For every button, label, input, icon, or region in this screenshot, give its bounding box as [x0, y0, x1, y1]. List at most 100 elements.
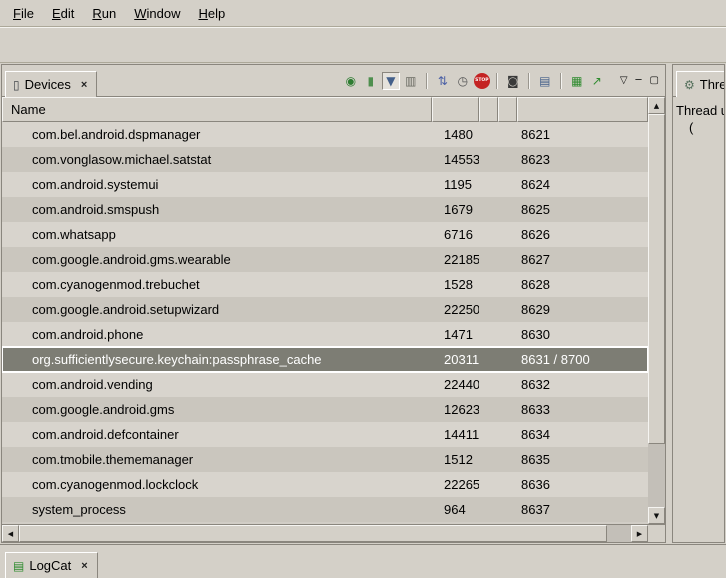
process-port: 8623 — [517, 152, 648, 167]
table-row[interactable]: com.cyanogenmod.lockclock222658636 — [2, 472, 648, 497]
process-name: com.whatsapp — [2, 227, 432, 242]
process-port: 8632 — [517, 377, 648, 392]
table-row[interactable]: com.android.phone14718630 — [2, 322, 648, 347]
vertical-scroll-thumb[interactable] — [648, 114, 665, 444]
horizontal-scrollbar[interactable]: ◀ ▶ — [2, 524, 665, 542]
process-port: 8630 — [517, 327, 648, 342]
threads-panel-header: ⚙ Threads — [673, 65, 724, 97]
process-pid: 1480 — [432, 127, 479, 142]
vertical-scroll-track[interactable] — [648, 114, 665, 507]
start-tracking-icon[interactable]: ↗ — [588, 72, 606, 90]
process-pid: 1471 — [432, 327, 479, 342]
process-port: 8631 / 8700 — [517, 352, 648, 367]
method-profiling-icon[interactable]: ◷ — [454, 72, 472, 90]
tab-threads-label: Threads — [700, 77, 725, 92]
process-port: 8627 — [517, 252, 648, 267]
close-icon[interactable]: × — [79, 79, 89, 91]
menu-help[interactable]: Help — [189, 2, 234, 25]
process-pid: 964 — [432, 502, 479, 517]
vertical-scrollbar[interactable]: ▲ ▼ — [648, 97, 665, 524]
process-pid: 22265 — [432, 477, 479, 492]
process-name: com.tmobile.thememanager — [2, 452, 432, 467]
threads-message-line: Thread up — [676, 102, 721, 119]
table-area: Name com.bel.android.dspmanager14808621c… — [2, 97, 648, 524]
table-row[interactable]: com.android.defcontainer144118634 — [2, 422, 648, 447]
process-port: 8636 — [517, 477, 648, 492]
view-controls: ▽ ─ ▢ — [608, 75, 665, 86]
table-row[interactable]: com.tmobile.thememanager15128635 — [2, 447, 648, 472]
table-row[interactable]: com.whatsapp67168626 — [2, 222, 648, 247]
process-name: com.android.systemui — [2, 177, 432, 192]
update-threads-icon[interactable]: ⇅ — [434, 72, 452, 90]
table-row[interactable]: com.google.android.gms.wearable22185 8627 — [2, 247, 648, 272]
process-table: Name com.bel.android.dspmanager14808621c… — [2, 97, 665, 524]
ddms-window: FileEditRunWindowHelp ▯ Devices × ◉▮▼▥⇅◷… — [0, 0, 726, 577]
network-stats-icon[interactable]: ▦ — [568, 72, 586, 90]
close-icon[interactable]: × — [79, 560, 89, 572]
table-row[interactable]: com.bel.android.dspmanager1480 8621 — [2, 122, 648, 147]
table-row[interactable]: com.android.smspush16798625 — [2, 197, 648, 222]
process-pid: 14553 — [432, 152, 479, 167]
horizontal-scroll-thumb[interactable] — [19, 525, 607, 542]
devices-toolbar: ◉▮▼▥ ⇅◷STOP ◙ ▤ ▦↗ — [342, 72, 608, 90]
minimize-icon[interactable]: ─ — [636, 75, 642, 86]
cause-gc-icon[interactable]: ▥ — [402, 72, 420, 90]
menu-edit[interactable]: Edit — [43, 2, 83, 25]
process-port: 8637 — [517, 502, 648, 517]
screen-capture-icon[interactable]: ◙ — [504, 72, 522, 90]
threads-panel: ⚙ Threads Thread up( — [672, 64, 725, 543]
process-pid: 22250 — [432, 302, 479, 317]
process-port: 8621 — [517, 127, 648, 142]
column-header-port[interactable] — [517, 97, 648, 122]
process-name: com.bel.android.dspmanager — [2, 127, 432, 142]
process-pid: 1679 — [432, 202, 479, 217]
toolbar-separator — [496, 73, 498, 89]
table-row[interactable]: com.cyanogenmod.trebuchet15288628 — [2, 272, 648, 297]
column-header-name[interactable]: Name — [2, 97, 432, 122]
column-header-4[interactable] — [498, 97, 517, 122]
update-heap-icon[interactable]: ▮ — [362, 72, 380, 90]
horizontal-scroll-track[interactable] — [19, 525, 631, 542]
process-name: com.google.android.setupwizard — [2, 302, 432, 317]
menu-file[interactable]: File — [4, 2, 43, 25]
process-port: 8633 — [517, 402, 648, 417]
table-row[interactable]: com.android.vending224408632 — [2, 372, 648, 397]
process-pid: 1528 — [432, 277, 479, 292]
table-row[interactable]: org.sufficientlysecure.keychain:passphra… — [2, 347, 648, 372]
menu-run[interactable]: Run — [83, 2, 125, 25]
threads-icon: ⚙ — [684, 78, 695, 92]
table-row[interactable]: com.google.android.gms126238633 — [2, 397, 648, 422]
process-port: 8635 — [517, 452, 648, 467]
process-pid: 22185 — [432, 252, 479, 267]
hierarchy-view-icon[interactable]: ▤ — [536, 72, 554, 90]
scroll-down-icon[interactable]: ▼ — [648, 507, 665, 524]
scroll-up-icon[interactable]: ▲ — [648, 97, 665, 114]
view-menu-icon[interactable]: ▽ — [620, 75, 628, 86]
scroll-right-icon[interactable]: ▶ — [631, 525, 648, 542]
logcat-icon: ▤ — [13, 559, 24, 573]
toolbar-separator — [528, 73, 530, 89]
stop-process-icon[interactable]: STOP — [474, 73, 490, 89]
dump-hprof-icon[interactable]: ▼ — [382, 72, 400, 90]
scrollbar-corner — [648, 525, 665, 542]
scroll-left-icon[interactable]: ◀ — [2, 525, 19, 542]
column-header-pid[interactable] — [432, 97, 479, 122]
maximize-icon[interactable]: ▢ — [650, 75, 659, 86]
tab-logcat-label: LogCat — [29, 558, 71, 573]
tab-devices[interactable]: ▯ Devices × — [5, 71, 97, 97]
table-row[interactable]: com.google.android.setupwizard222508629 — [2, 297, 648, 322]
column-header-3[interactable] — [479, 97, 498, 122]
process-port: 8625 — [517, 202, 648, 217]
debug-process-icon[interactable]: ◉ — [342, 72, 360, 90]
table-body: com.bel.android.dspmanager14808621com.vo… — [2, 122, 648, 524]
process-pid: 6716 — [432, 227, 479, 242]
tab-logcat[interactable]: ▤ LogCat × — [5, 552, 98, 578]
tab-threads[interactable]: ⚙ Threads — [676, 71, 725, 97]
table-row[interactable]: com.vonglasow.michael.satstat145538623 — [2, 147, 648, 172]
process-pid: 12623 — [432, 402, 479, 417]
process-name: com.google.android.gms.wearable — [2, 252, 432, 267]
threads-message-line: ( — [676, 119, 721, 136]
table-row[interactable]: system_process9648637 — [2, 497, 648, 522]
menu-window[interactable]: Window — [125, 2, 189, 25]
table-row[interactable]: com.android.systemui11958624 — [2, 172, 648, 197]
